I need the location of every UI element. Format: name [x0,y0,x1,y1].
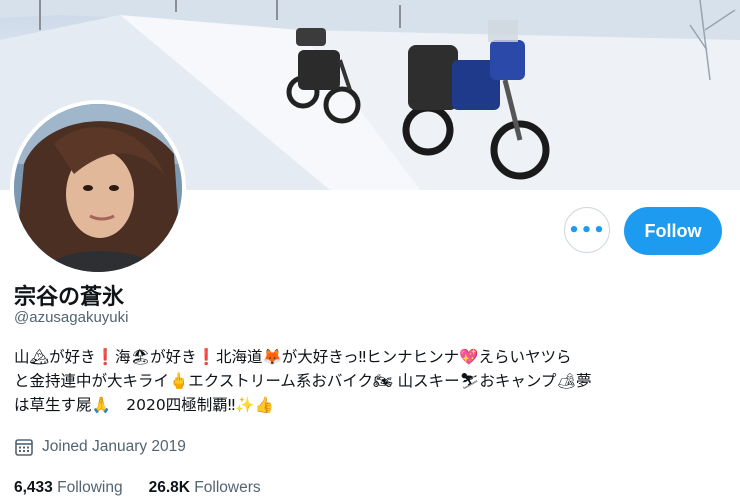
follow-button-label: Follow [644,220,702,241]
bio-line: と金持連中が大キライ🖕エクストリーム系おバイク🏍 山スキー⛷おキャンプ🏕夢 [14,372,592,390]
join-date: Joined January 2019 [14,437,186,457]
following-label: Following [57,479,123,496]
display-name: 宗谷の蒼氷 [14,285,125,310]
follow-button[interactable]: Follow [624,207,722,255]
profile-bio: 山🏔が好き❗海🏖が好き❗北海道🦊が大好きっ‼ヒンナヒンナ💖えらいヤツら と金持連… [14,345,729,417]
following-link[interactable]: 6,433 Following [14,479,123,497]
followers-count: 26.8K [148,479,190,496]
user-handle: @azusagakuyuki [14,309,129,326]
bio-line: 山🏔が好き❗海🏖が好き❗北海道🦊が大好きっ‼ヒンナヒンナ💖えらいヤツら [14,348,572,366]
profile-avatar[interactable] [10,100,186,276]
bio-line: は草生す屍🙏 2020四極制覇‼✨👍 [14,396,274,414]
following-count: 6,433 [14,479,53,496]
avatar-portrait [14,104,182,272]
join-date-text: Joined January 2019 [42,438,186,455]
follow-stats: 6,433 Following 26.8K Followers [14,479,261,497]
more-horizontal-icon: ••• [568,219,606,241]
calendar-icon [15,439,33,456]
more-options-button[interactable]: ••• [564,207,610,253]
followers-label: Followers [194,479,261,496]
followers-link[interactable]: 26.8K Followers [149,479,261,497]
